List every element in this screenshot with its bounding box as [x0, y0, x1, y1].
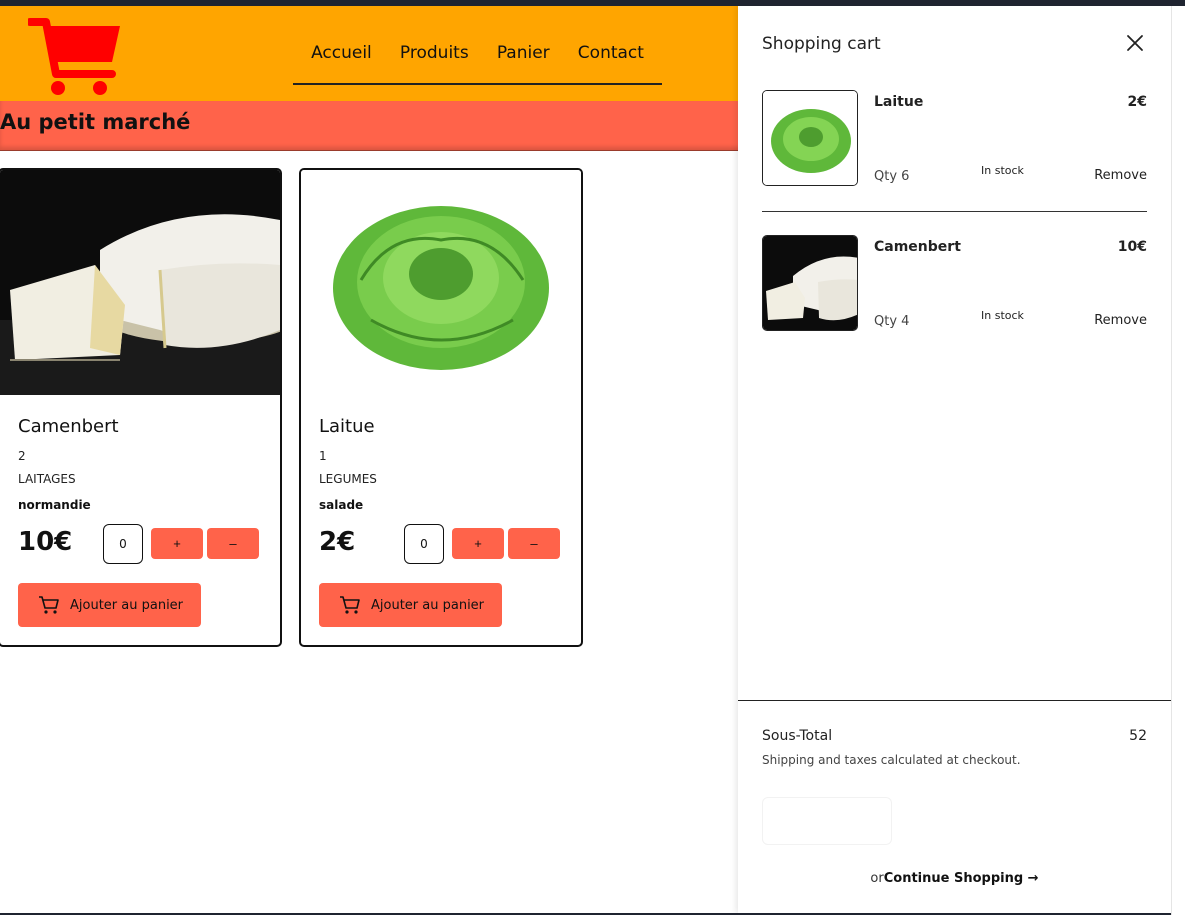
continue-shopping-link[interactable]: Continue Shopping → — [884, 871, 1039, 886]
page-title: Au petit marché — [0, 110, 191, 134]
cart-icon — [39, 596, 59, 614]
increment-button[interactable]: + — [452, 528, 504, 559]
remove-button[interactable]: Remove — [1094, 168, 1147, 183]
or-text: or — [870, 871, 884, 886]
checkout-button[interactable] — [762, 797, 892, 845]
add-to-cart-button[interactable]: Ajouter au panier — [18, 583, 201, 627]
continue-shopping: orContinue Shopping → — [738, 871, 1171, 886]
cart-drawer: Shopping cart Laitue 2€ Qty 6 In stock R… — [738, 6, 1171, 913]
subtotal-label: Sous-Total — [762, 728, 833, 744]
product-name: Camenbert — [18, 416, 119, 437]
nav-accueil[interactable]: Accueil — [311, 43, 372, 63]
product-card: Laitue 1 LEGUMES salade 2€ 0 + – Ajouter… — [299, 168, 583, 647]
nav-produits[interactable]: Produits — [400, 43, 469, 63]
page-scrollbar[interactable] — [1171, 6, 1185, 915]
product-name: Laitue — [319, 416, 375, 437]
stock-status: In stock — [981, 164, 1024, 177]
decrement-button[interactable]: – — [207, 528, 259, 559]
product-price: 2€ — [319, 527, 356, 557]
page: Accueil Produits Panier Contact Au petit… — [0, 6, 1171, 913]
decrement-button[interactable]: – — [508, 528, 560, 559]
shipping-note: Shipping and taxes calculated at checkou… — [762, 753, 1021, 767]
cart-footer-divider — [738, 700, 1171, 701]
lettuce-thumbnail — [762, 90, 858, 186]
cart-icon — [340, 596, 360, 614]
cart-item: Camenbert 10€ Qty 4 In stock Remove — [762, 235, 1147, 331]
remove-button[interactable]: Remove — [1094, 313, 1147, 328]
quantity-input[interactable]: 0 — [404, 524, 444, 564]
add-to-cart-label: Ajouter au panier — [371, 597, 485, 613]
product-card: Camenbert 2 LAITAGES normandie 10€ 0 + –… — [0, 168, 282, 647]
increment-button[interactable]: + — [151, 528, 203, 559]
product-category: LEGUMES — [319, 472, 377, 486]
cart-title: Shopping cart — [762, 34, 881, 54]
main-nav: Accueil Produits Panier Contact — [293, 36, 662, 85]
subtotal-value: 52 — [1129, 728, 1147, 744]
camembert-image — [0, 170, 280, 395]
product-qty: 2 — [18, 449, 26, 463]
product-qty: 1 — [319, 449, 327, 463]
stock-status: In stock — [981, 309, 1024, 322]
cart-item-price: 2€ — [1127, 94, 1147, 110]
camembert-thumbnail — [762, 235, 858, 331]
cart-item-price: 10€ — [1117, 239, 1147, 255]
quantity-input[interactable]: 0 — [103, 524, 143, 564]
product-price: 10€ — [18, 527, 73, 557]
nav-contact[interactable]: Contact — [578, 43, 644, 63]
cart-item-qty: Qty 6 — [874, 169, 910, 184]
add-to-cart-label: Ajouter au panier — [70, 597, 184, 613]
lettuce-image — [301, 170, 581, 395]
product-origin: salade — [319, 498, 364, 512]
cart-item-name: Laitue — [874, 94, 924, 110]
cart-divider — [762, 211, 1147, 212]
product-category: LAITAGES — [18, 472, 76, 486]
shopping-cart-icon[interactable] — [28, 12, 124, 96]
close-icon[interactable] — [1126, 34, 1144, 52]
add-to-cart-button[interactable]: Ajouter au panier — [319, 583, 502, 627]
nav-panier[interactable]: Panier — [497, 43, 550, 63]
cart-item-qty: Qty 4 — [874, 314, 910, 329]
cart-item: Laitue 2€ Qty 6 In stock Remove — [762, 90, 1147, 186]
product-origin: normandie — [18, 498, 91, 512]
cart-item-name: Camenbert — [874, 239, 961, 255]
